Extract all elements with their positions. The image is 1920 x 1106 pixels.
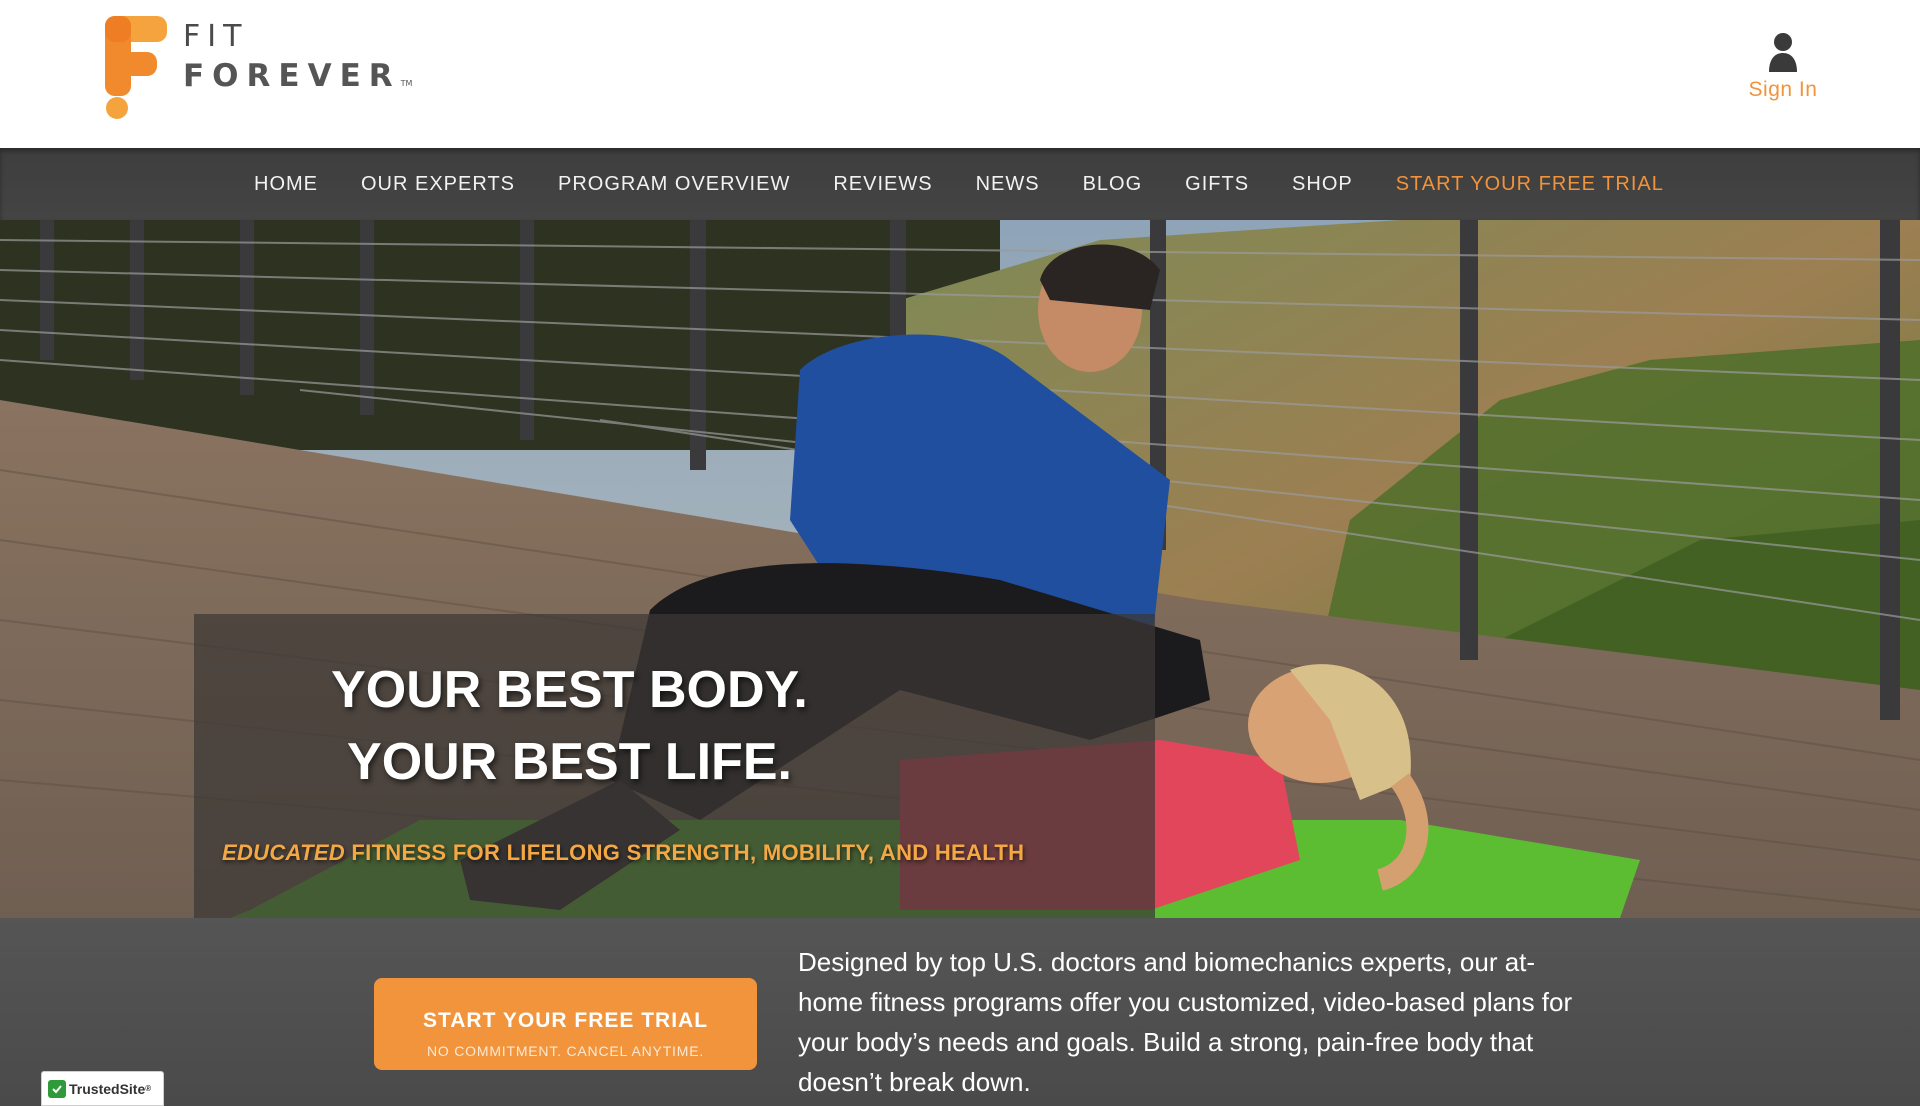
hero-headline-line-1: YOUR BEST BODY. (331, 661, 808, 719)
fit-forever-logo[interactable]: FIT FOREVERTM (105, 16, 412, 120)
logo-word-fit: FIT (183, 19, 249, 54)
hero-tagline-text: FITNESS FOR LIFELONG STRENGTH, MOBILITY,… (345, 840, 1025, 865)
trustedsite-registered-mark: ® (145, 1084, 152, 1093)
nav-item-start-free-trial[interactable]: START YOUR FREE TRIAL (1396, 173, 1664, 195)
nav-item-shop[interactable]: SHOP (1292, 173, 1353, 195)
nav-item-home[interactable]: HOME (254, 173, 318, 195)
start-free-trial-button[interactable]: START YOUR FREE TRIAL NO COMMITMENT. CAN… (374, 978, 757, 1070)
nav-item-blog[interactable]: BLOG (1083, 173, 1143, 195)
hero-overlay: YOUR BEST BODY. YOUR BEST LIFE. EDUCATED… (194, 614, 1155, 918)
nav-item-reviews[interactable]: REVIEWS (833, 173, 932, 195)
no-commitment-label: NO COMMITMENT. CANCEL ANYTIME. (426, 1043, 705, 1059)
intro-description: Designed by top U.S. doctors and biomech… (798, 947, 1573, 1097)
trustedsite-label: TrustedSite (69, 1080, 146, 1097)
nav-item-news[interactable]: NEWS (976, 173, 1040, 195)
logo-word-forever: FOREVER (183, 58, 401, 94)
trustedsite-badge[interactable]: TrustedSite ® (41, 1071, 164, 1106)
logo-trademark: TM (400, 79, 413, 88)
hero-tagline-emphasis: EDUCATED (222, 840, 345, 865)
nav-item-gifts[interactable]: GIFTS (1185, 173, 1249, 195)
hero-section: YOUR BEST BODY. YOUR BEST LIFE. EDUCATED… (0, 220, 1920, 918)
site-header: FIT FOREVERTM Sign In (0, 0, 1920, 148)
sign-in-link[interactable]: Sign In (1738, 32, 1828, 102)
logo-wordmark: FIT FOREVERTM (183, 18, 412, 104)
hero-tagline: EDUCATED FITNESS FOR LIFELONG STRENGTH, … (222, 840, 1024, 866)
sign-in-label: Sign In (1748, 78, 1818, 101)
start-free-trial-label: START YOUR FREE TRIAL (422, 1009, 709, 1032)
fit-forever-logo-mark (105, 16, 167, 119)
nav-item-our-experts[interactable]: OUR EXPERTS (361, 173, 515, 195)
main-nav: HOME OUR EXPERTS PROGRAM OVERVIEW REVIEW… (0, 148, 1920, 220)
user-icon (1769, 33, 1797, 72)
checkmark-icon (48, 1079, 66, 1098)
hero-headline: YOUR BEST BODY. YOUR BEST LIFE. (194, 654, 1155, 798)
hero-headline-line-2: YOUR BEST LIFE. (347, 733, 792, 791)
nav-item-program-overview[interactable]: PROGRAM OVERVIEW (558, 173, 790, 195)
intro-band: START YOUR FREE TRIAL NO COMMITMENT. CAN… (0, 918, 1920, 1106)
